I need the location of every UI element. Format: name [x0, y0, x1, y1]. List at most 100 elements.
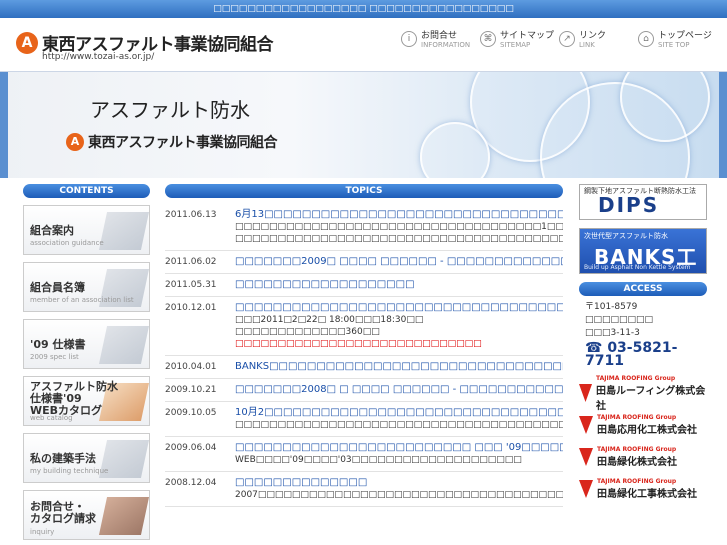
group-company-name: 田島緑化工事株式会社 — [597, 489, 697, 500]
home-icon: ⌂ — [638, 30, 654, 47]
group-company-name: 田島ルーフィング株式会社 — [596, 385, 706, 412]
card-spec-list[interactable]: '09 仕様書 2009 spec list — [23, 319, 150, 369]
nav-sublabel: LINK — [579, 41, 595, 49]
hero-edge-left — [0, 72, 8, 178]
phone-number: ☎ 03-5821-7711 — [585, 340, 678, 369]
group-tag: TAJIMA ROOFING Group — [597, 414, 677, 421]
card-subtitle: 2009 spec list — [30, 353, 79, 361]
banks-banner[interactable]: 次世代型アスファルト防水 BANKS工法 Build up Asphalt No… — [579, 228, 707, 274]
group-company-link[interactable]: TAJIMA ROOFING Group 田島緑化工事株式会社 — [579, 475, 707, 503]
topic-notice: □□□□□□□□□□□□□□□□□□□□□□□□□□□□□ — [235, 339, 482, 349]
card-title: アスファルト防水 仕様書'09 WEBカタログ — [30, 380, 118, 417]
access-box: ACCESS 〒101-8579 □□□□□□□□ □□□3-11-3 ☎ 03… — [579, 282, 707, 373]
access-body: 〒101-8579 □□□□□□□□ □□□3-11-3 ☎ 03-5821-7… — [579, 296, 707, 373]
card-member-list[interactable]: 組合員名簿 member of an association list — [23, 262, 150, 312]
logo-mark-icon: A — [66, 133, 84, 151]
topic-text: □□□□□□□□□□□□□□□□□□□□□□□□□□□□□□□□□□□□□□□□… — [235, 420, 563, 430]
card-subtitle: association guidance — [30, 239, 104, 247]
group-company-name: 田島緑化株式会社 — [597, 457, 677, 468]
tajima-logo-icon — [579, 416, 593, 434]
top-banner-bar: □□□□□□□□□□□□□□□□□□ □□□□□□□□□□□□□□□□□ — [0, 0, 727, 18]
hero-title: アスファルト防水 — [90, 98, 250, 122]
topics-heading: TOPICS — [165, 184, 563, 198]
topic-date: 2009.10.21 — [165, 385, 217, 395]
card-image — [98, 212, 149, 250]
topic-row: 2009.10.05 10月2□□□□□□□□□□□□□□□□□□□□□□□□□□… — [165, 402, 563, 437]
topic-body: 10月2□□□□□□□□□□□□□□□□□□□□□□□□□□□□□□□□ □□□□… — [235, 406, 563, 431]
right-sidebar: 鋼製下地アスファルト断熱防水工法 DIPS 次世代型アスファルト防水 BANKS… — [579, 184, 707, 507]
topic-row: 2008.12.04 □□□□□□□□□□□□□□ 2007□□□□□□□□□□□□… — [165, 472, 563, 507]
card-association-guidance[interactable]: 組合案内 association guidance — [23, 205, 150, 255]
top-banner-text: □□□□□□□□□□□□□□□□□□ □□□□□□□□□□□□□□□□□ — [213, 4, 514, 14]
nav-sublabel: SITEMAP — [500, 41, 531, 49]
banner-footer: Build up Asphalt Non Kettle System — [584, 264, 691, 271]
card-subtitle: web catalog — [30, 414, 73, 422]
card-title: 組合員名簿 — [30, 281, 85, 294]
topic-link[interactable]: 10月2□□□□□□□□□□□□□□□□□□□□□□□□□□□□□□□□□□□□… — [235, 406, 563, 419]
nav-site-top[interactable]: ⌂ トップページ SITE TOP — [638, 28, 713, 49]
nav-label: リンク — [579, 31, 607, 41]
topic-date: 2011.06.13 — [165, 210, 217, 220]
topic-text: 2007□□□□□□□□□□□□□□□□□□□□□□□□□□□□□□□□□□□□… — [235, 490, 563, 500]
topic-body: □□□□□□□□□□□□□□□□□□□□□□□□□□□□□□□□□□□□□□ □□… — [235, 301, 563, 350]
card-inquiry[interactable]: お問合せ・ カタログ請求 inquiry — [23, 490, 150, 540]
group-company-link[interactable]: TAJIMA ROOFING Group 田島緑化株式会社 — [579, 443, 707, 471]
topics-section: TOPICS 2011.06.13 6月13□□□□□□□□□□□□□□□□□□□… — [165, 184, 563, 507]
nav-label: お問合せ — [421, 31, 458, 41]
card-title: '09 仕様書 — [30, 338, 86, 351]
topic-link[interactable]: □□□□□□□2009□ □□□□ □□□□□□ - □□□□□□□□□□□□□… — [235, 255, 563, 268]
topic-date: 2010.12.01 — [165, 303, 217, 313]
topic-body: □□□□□□□2008□ □ □□□□ □□□□□□ - □□□□□□□□□□□… — [235, 383, 563, 396]
access-line: □□□□□□□□ — [585, 315, 654, 325]
logo-mark-icon: A — [16, 31, 38, 54]
nav-sublabel: INFORMATION — [421, 41, 471, 49]
topic-text: □□□□□□□□□□□□□360□□ — [235, 327, 380, 337]
card-image — [98, 497, 149, 535]
topic-text: □□□□□□□□□□□□□□□□□□□□□□□□□□□□□□□□□□□□□□□□… — [235, 234, 563, 244]
card-image — [98, 326, 149, 364]
topic-body: 6月13□□□□□□□□□□□□□□□□□□□□□□□□□□□□□□□□ □□□□… — [235, 208, 563, 245]
nav-link[interactable]: ↗ リンク LINK — [559, 28, 634, 49]
topic-link[interactable]: BANKS□□□□□□□□□□□□□□□□□□□□□□□□□□□□□□□□□□□… — [235, 360, 563, 373]
topic-link[interactable]: □□□□□□□2008□ □ □□□□ □□□□□□ - □□□□□□□□□□□… — [235, 383, 563, 396]
topic-text: □□□□□□□□□□□□□□□□□□□□□□□□□□□□□□□□□□□□1□□□… — [235, 222, 563, 232]
topics-list: 2011.06.13 6月13□□□□□□□□□□□□□□□□□□□□□□□□□□… — [165, 204, 563, 507]
link-icon: ↗ — [559, 30, 575, 47]
card-title: お問合せ・ カタログ請求 — [30, 500, 96, 525]
group-company-link[interactable]: TAJIMA ROOFING Group 田島応用化工株式会社 — [579, 411, 707, 439]
tajima-logo-icon — [579, 384, 593, 402]
topic-link[interactable]: □□□□□□□□□□□□□□ — [235, 476, 563, 489]
site-header: A 東西アスファルト事業協同組合 http://www.tozai-as.or.… — [0, 18, 727, 72]
card-building-technique[interactable]: 私の建築手法 my building technique — [23, 433, 150, 483]
card-subtitle: inquiry — [30, 528, 55, 536]
topic-body: □□□□□□□2009□ □□□□ □□□□□□ - □□□□□□□□□□□□□… — [235, 255, 563, 268]
topic-date: 2010.04.01 — [165, 362, 217, 372]
topic-link[interactable]: 6月13□□□□□□□□□□□□□□□□□□□□□□□□□□□□□□□□ — [235, 208, 563, 221]
banner-caption: 次世代型アスファルト防水 — [584, 232, 668, 240]
topic-body: BANKS□□□□□□□□□□□□□□□□□□□□□□□□□□□□□□□□□□□… — [235, 360, 563, 373]
topic-link[interactable]: □□□□□□□□□□□□□□□□□□□ — [235, 278, 563, 291]
group-company-link[interactable]: TAJIMA ROOFING Group 田島ルーフィング株式会社 — [579, 375, 707, 412]
topic-link[interactable]: □□□□□□□□□□□□□□□□□□□□□□□□□ □□□ '09□□□□□□□… — [235, 441, 563, 454]
topic-date: 2009.06.04 — [165, 443, 217, 453]
topic-row: 2010.04.01 BANKS□□□□□□□□□□□□□□□□□□□□□□□□□… — [165, 356, 563, 379]
topic-date: 2009.10.05 — [165, 408, 217, 418]
nav-information[interactable]: i お問合せ INFORMATION — [401, 28, 476, 49]
hero-brand: A 東西アスファルト事業協同組合 — [66, 132, 278, 152]
access-line: □□□3-11-3 — [585, 328, 640, 338]
tajima-logo-icon — [579, 480, 593, 498]
topic-link[interactable]: □□□□□□□□□□□□□□□□□□□□□□□□□□□□□□□□□□□□□□ — [235, 301, 563, 314]
topic-row: 2009.10.21 □□□□□□□2008□ □ □□□□ □□□□□□ - □… — [165, 379, 563, 402]
nav-sitemap[interactable]: ⌘ サイトマップ SITEMAP — [480, 28, 555, 49]
banner-title: DIPS — [598, 193, 660, 217]
contents-heading: CONTENTS — [23, 184, 150, 198]
topic-body: □□□□□□□□□□□□□□□□□□□ — [235, 278, 563, 291]
dips-banner[interactable]: 鋼製下地アスファルト断熱防水工法 DIPS — [579, 184, 707, 220]
topic-row: 2011.06.02 □□□□□□□2009□ □□□□ □□□□□□ - □□□… — [165, 251, 563, 274]
hero-brand-text: 東西アスファルト事業協同組合 — [88, 135, 278, 151]
info-icon: i — [401, 30, 417, 47]
group-company-name: 田島応用化工株式会社 — [597, 425, 697, 436]
card-web-catalog[interactable]: アスファルト防水 仕様書'09 WEBカタログ web catalog — [23, 376, 150, 426]
sitemap-icon: ⌘ — [480, 30, 496, 47]
topic-date: 2008.12.04 — [165, 478, 217, 488]
